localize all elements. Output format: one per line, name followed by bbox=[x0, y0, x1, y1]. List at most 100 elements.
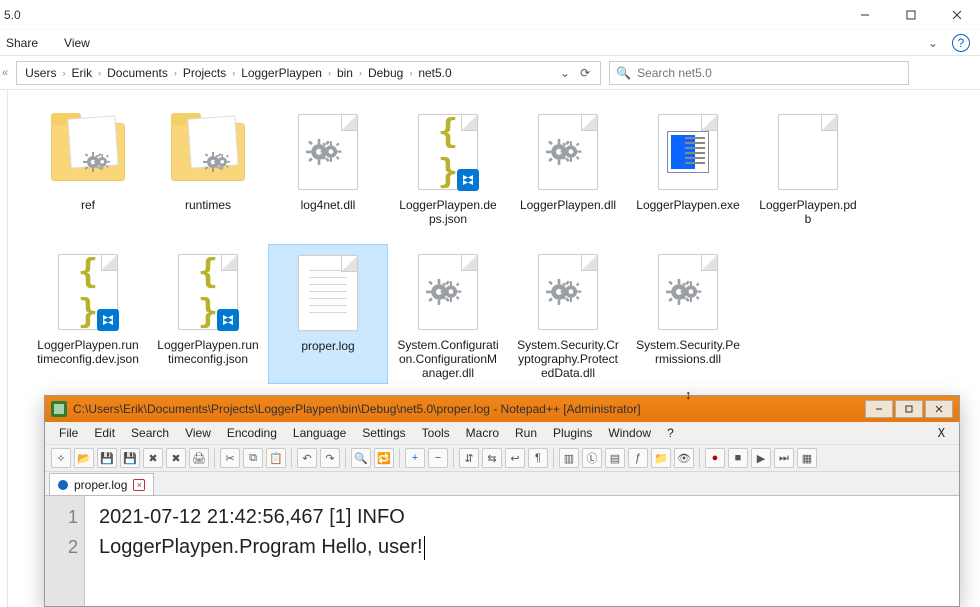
navigation-pane[interactable] bbox=[0, 90, 8, 607]
menu-view[interactable]: View bbox=[179, 424, 217, 442]
tool-print-icon[interactable]: 🖨 bbox=[189, 448, 209, 468]
tool-lang-icon[interactable]: Ⓛ bbox=[582, 448, 602, 468]
tool-sync-v-icon[interactable]: ⇵ bbox=[459, 448, 479, 468]
breadcrumb-item[interactable]: net5.0 bbox=[414, 66, 455, 80]
tool-folder-icon[interactable]: 📁 bbox=[651, 448, 671, 468]
file-item[interactable]: LoggerPlaypen.exe bbox=[628, 104, 748, 244]
minimize-button[interactable] bbox=[842, 0, 888, 30]
file-item[interactable]: proper.log bbox=[268, 244, 388, 384]
maximize-button[interactable] bbox=[888, 0, 934, 30]
breadcrumb-bar[interactable]: Users› Erik› Documents› Projects› Logger… bbox=[16, 61, 601, 85]
npp-maximize-button[interactable] bbox=[895, 400, 923, 418]
tool-close-icon[interactable]: ✖ bbox=[143, 448, 163, 468]
ribbon-collapse-icon[interactable]: ⌄ bbox=[928, 36, 938, 50]
tool-func-list-icon[interactable]: ƒ bbox=[628, 448, 648, 468]
tool-zoom-out-icon[interactable]: − bbox=[428, 448, 448, 468]
file-item[interactable]: runtimes bbox=[148, 104, 268, 244]
file-item[interactable]: System.Security.Permissions.dll bbox=[628, 244, 748, 384]
tool-redo-icon[interactable]: ↷ bbox=[320, 448, 340, 468]
npp-close-button[interactable] bbox=[925, 400, 953, 418]
editor-content[interactable]: 2021-07-12 21:42:56,467 [1] INFO LoggerP… bbox=[85, 496, 435, 606]
breadcrumb-item[interactable]: Users bbox=[21, 66, 60, 80]
notepadpp-tab[interactable]: proper.log × bbox=[49, 473, 154, 495]
tool-save-macro-icon[interactable]: ▦ bbox=[797, 448, 817, 468]
breadcrumb-item[interactable]: Projects bbox=[179, 66, 230, 80]
file-item[interactable]: System.Security.Cryptography.ProtectedDa… bbox=[508, 244, 628, 384]
code-line-1: 2021-07-12 21:42:56,467 [1] INFO bbox=[99, 506, 410, 528]
file-label: System.Security.Permissions.dll bbox=[632, 336, 744, 366]
file-item[interactable]: log4net.dll bbox=[268, 104, 388, 244]
toolbar-separator bbox=[553, 448, 554, 468]
menu-encoding[interactable]: Encoding bbox=[221, 424, 283, 442]
menu-settings[interactable]: Settings bbox=[356, 424, 411, 442]
breadcrumb-item[interactable]: Documents bbox=[103, 66, 172, 80]
breadcrumb-item[interactable]: bin bbox=[333, 66, 357, 80]
tool-close-all-icon[interactable]: ✖ bbox=[166, 448, 186, 468]
tool-monitor-icon[interactable]: 👁 bbox=[674, 448, 694, 468]
tool-open-icon[interactable]: 📂 bbox=[74, 448, 94, 468]
tool-fast-macro-icon[interactable]: ⏭ bbox=[774, 448, 794, 468]
tool-undo-icon[interactable]: ↶ bbox=[297, 448, 317, 468]
tool-play-macro-icon[interactable]: ▶ bbox=[751, 448, 771, 468]
menu-edit[interactable]: Edit bbox=[88, 424, 121, 442]
file-item[interactable]: ref bbox=[28, 104, 148, 244]
menu-search[interactable]: Search bbox=[125, 424, 175, 442]
tool-paste-icon[interactable]: 📋 bbox=[266, 448, 286, 468]
file-item[interactable]: System.Configuration.ConfigurationManage… bbox=[388, 244, 508, 384]
file-label: LoggerPlaypen.runtimeconfig.dev.json bbox=[32, 336, 144, 366]
breadcrumb-item[interactable]: LoggerPlaypen bbox=[237, 66, 326, 80]
npp-tabstrip-close-icon[interactable]: X bbox=[932, 424, 951, 442]
file-item[interactable]: LoggerPlaypen.dll bbox=[508, 104, 628, 244]
tool-allchars-icon[interactable]: ¶ bbox=[528, 448, 548, 468]
explorer-title-fragment: 5.0 bbox=[4, 8, 21, 22]
breadcrumb-item[interactable]: Erik bbox=[67, 66, 96, 80]
tool-sync-h-icon[interactable]: ⇆ bbox=[482, 448, 502, 468]
menu-language[interactable]: Language bbox=[287, 424, 352, 442]
refresh-icon[interactable]: ⟳ bbox=[580, 66, 590, 80]
tool-find-icon[interactable]: 🔍 bbox=[351, 448, 371, 468]
tool-zoom-in-icon[interactable]: + bbox=[405, 448, 425, 468]
tool-record-macro-icon[interactable]: ● bbox=[705, 448, 725, 468]
toolbar-separator bbox=[399, 448, 400, 468]
notepadpp-editor[interactable]: 1 2 2021-07-12 21:42:56,467 [1] INFO Log… bbox=[45, 496, 959, 606]
tool-wordwrap-icon[interactable]: ↩ bbox=[505, 448, 525, 468]
tool-cut-icon[interactable]: ✂ bbox=[220, 448, 240, 468]
chevron-right-icon: › bbox=[357, 68, 364, 78]
menu-window[interactable]: Window bbox=[602, 424, 657, 442]
search-box[interactable]: 🔍 bbox=[609, 61, 909, 85]
search-input[interactable] bbox=[637, 66, 902, 80]
file-label: log4net.dll bbox=[297, 196, 360, 212]
toolbar-separator bbox=[345, 448, 346, 468]
menu-tools[interactable]: Tools bbox=[416, 424, 456, 442]
npp-minimize-button[interactable] bbox=[865, 400, 893, 418]
notepadpp-titlebar[interactable]: C:\Users\Erik\Documents\Projects\LoggerP… bbox=[45, 396, 959, 422]
menu-file[interactable]: File bbox=[53, 424, 84, 442]
menu-macro[interactable]: Macro bbox=[460, 424, 505, 442]
breadcrumb-history-icon[interactable]: ⌄ bbox=[560, 66, 570, 80]
file-item[interactable]: LoggerPlaypen.pdb bbox=[748, 104, 868, 244]
tab-close-icon[interactable]: × bbox=[133, 479, 145, 491]
help-icon[interactable]: ? bbox=[952, 34, 970, 52]
file-item[interactable]: { } LoggerPlaypen.runtimeconfig.json bbox=[148, 244, 268, 384]
tool-indent-guide-icon[interactable]: ▥ bbox=[559, 448, 579, 468]
file-item[interactable]: { } LoggerPlaypen.runtimeconfig.dev.json bbox=[28, 244, 148, 384]
ribbon-tab-share[interactable]: Share bbox=[6, 36, 38, 50]
file-item[interactable]: { } LoggerPlaypen.deps.json bbox=[388, 104, 508, 244]
gutter-line: 2 bbox=[45, 532, 78, 562]
close-button[interactable] bbox=[934, 0, 980, 30]
notepadpp-toolbar: ✧ 📂 💾 💾 ✖ ✖ 🖨 ✂ ⧉ 📋 ↶ ↷ 🔍 🔁 + − ⇵ ⇆ ↩ ¶ … bbox=[45, 444, 959, 472]
tool-replace-icon[interactable]: 🔁 bbox=[374, 448, 394, 468]
nav-back-overflow-icon[interactable]: « bbox=[2, 67, 8, 79]
tool-copy-icon[interactable]: ⧉ bbox=[243, 448, 263, 468]
tool-save-all-icon[interactable]: 💾 bbox=[120, 448, 140, 468]
tool-save-icon[interactable]: 💾 bbox=[97, 448, 117, 468]
ribbon-tab-view[interactable]: View bbox=[64, 36, 90, 50]
tool-new-icon[interactable]: ✧ bbox=[51, 448, 71, 468]
tool-doc-map-icon[interactable]: ▤ bbox=[605, 448, 625, 468]
breadcrumb-item[interactable]: Debug bbox=[364, 66, 407, 80]
menu-help[interactable]: ? bbox=[661, 424, 680, 442]
menu-run[interactable]: Run bbox=[509, 424, 543, 442]
tool-stop-macro-icon[interactable]: ■ bbox=[728, 448, 748, 468]
toolbar-separator bbox=[699, 448, 700, 468]
menu-plugins[interactable]: Plugins bbox=[547, 424, 598, 442]
